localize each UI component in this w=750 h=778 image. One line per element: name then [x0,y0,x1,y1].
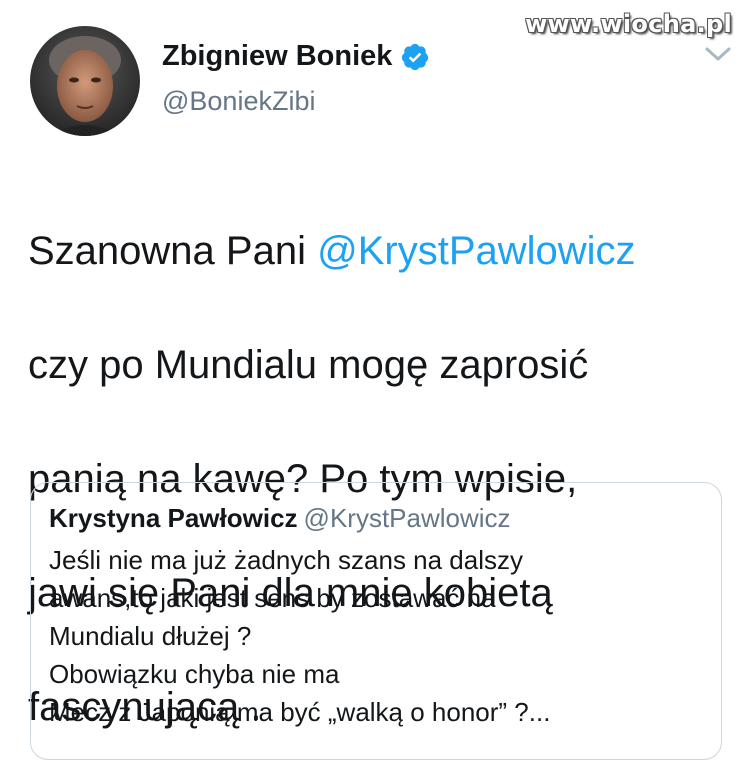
verified-badge-icon [402,43,429,70]
quoted-author-name: Krystyna Pawłowicz [49,503,298,533]
tweet-text-intro: Szanowna Pani [28,229,318,273]
quoted-tweet-text: Jeśli nie ma już żadnych szans na dalszy… [49,541,709,731]
quoted-tweet-header: Krystyna Pawłowicz @KrystPawlowicz [49,503,511,534]
quoted-tweet-line: Obowiązku chyba nie ma [49,659,340,689]
quoted-tweet-line: Mundialu dłużej ? [49,621,252,651]
quoted-tweet-line: Mecz z Japonią ma być „walką o honor” ?.… [49,697,551,727]
quoted-tweet-card[interactable]: Krystyna Pawłowicz @KrystPawlowicz Jeśli … [30,482,722,760]
author-handle[interactable]: @BoniekZibi [162,86,315,117]
quoted-author-handle: @KrystPawlowicz [303,503,511,533]
watermark: www.wiocha.pl [525,10,732,38]
author-display-name[interactable]: Zbigniew Boniek [162,40,392,73]
tweet-line: czy po Mundialu mogę zaprosić [28,343,589,387]
quoted-tweet-line: awans,to jaki jest sens by zostawać na [49,583,496,613]
tweet-mention-link[interactable]: @KrystPawlowicz [317,229,635,273]
chevron-down-icon[interactable] [704,44,732,64]
author-name-row[interactable]: Zbigniew Boniek [162,40,430,73]
avatar-image [30,26,140,136]
quoted-tweet-line: Jeśli nie ma już żadnych szans na dalszy [49,545,524,575]
avatar[interactable] [30,26,140,136]
